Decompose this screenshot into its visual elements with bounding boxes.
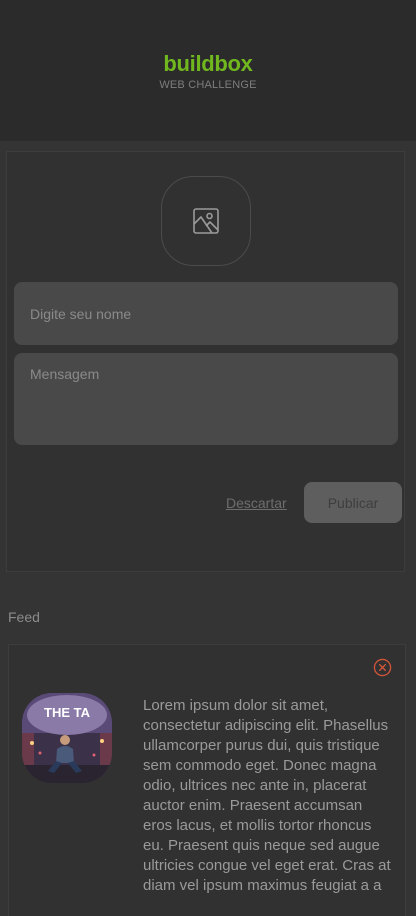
name-input[interactable] (14, 282, 398, 345)
message-input[interactable] (14, 353, 398, 445)
feed-post: THE TA Lorem ipsum dolor sit amet, conse… (8, 644, 406, 916)
app-header: buildbox WEB CHALLENGE (0, 0, 416, 141)
close-circle-icon[interactable] (373, 658, 392, 677)
brand-logo: buildbox (163, 51, 253, 76)
image-icon (193, 208, 219, 234)
feed-heading: Feed (8, 609, 40, 625)
brand-subtitle: WEB CHALLENGE (159, 79, 257, 91)
post-author-photo: THE TA (22, 693, 112, 783)
discard-button[interactable]: Descartar (226, 495, 287, 511)
photo-sign-text: THE TA (44, 705, 91, 720)
post-message: Lorem ipsum dolor sit amet, consectetur … (143, 697, 391, 894)
post-composer: Descartar Publicar (6, 151, 405, 572)
publish-button[interactable]: Publicar (304, 482, 402, 523)
image-upload-button[interactable] (161, 176, 251, 266)
